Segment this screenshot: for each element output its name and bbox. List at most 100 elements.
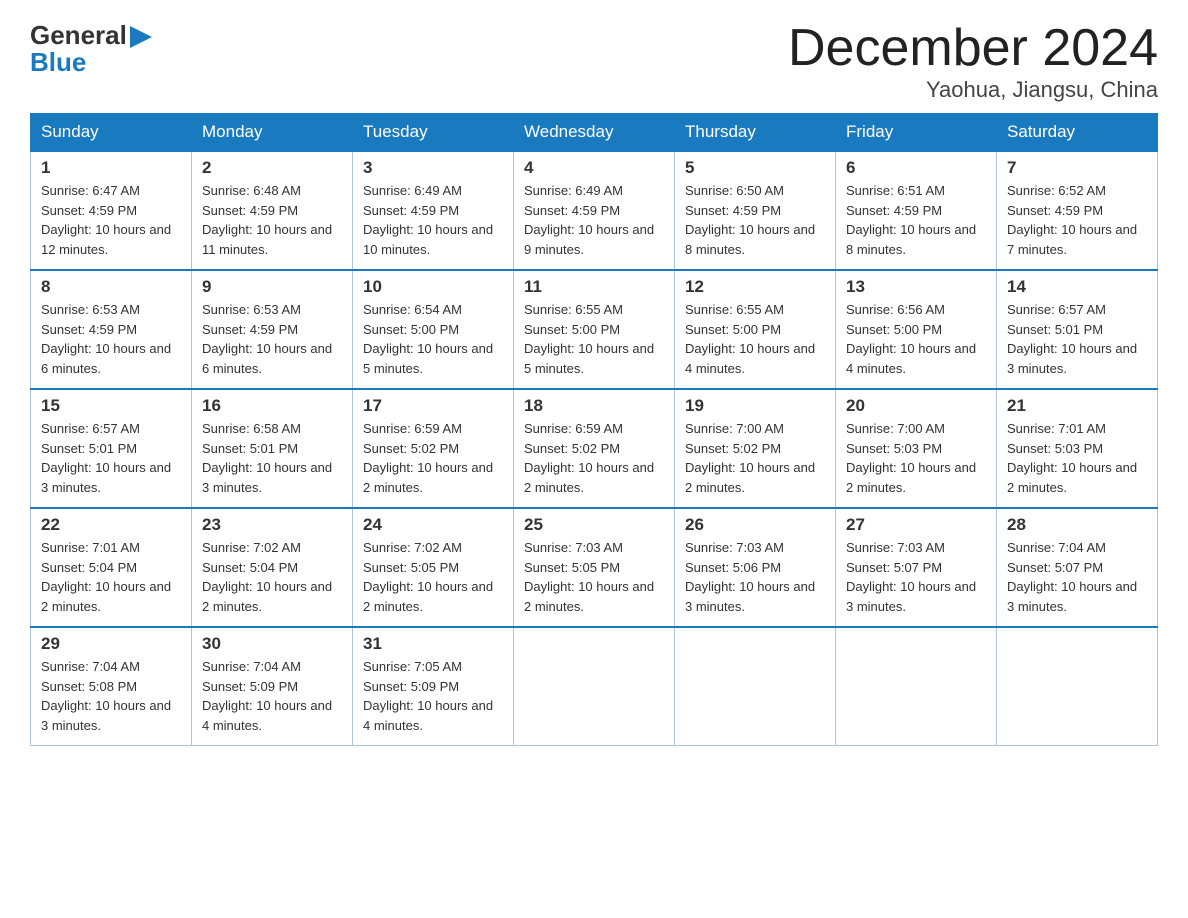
sunrise-label: Sunrise: 6:59 AM xyxy=(524,421,623,436)
sunset-label: Sunset: 5:03 PM xyxy=(846,441,942,456)
sunset-label: Sunset: 5:06 PM xyxy=(685,560,781,575)
sunrise-label: Sunrise: 6:51 AM xyxy=(846,183,945,198)
day-cell: 1 Sunrise: 6:47 AM Sunset: 4:59 PM Dayli… xyxy=(31,151,192,270)
daylight-label: Daylight: 10 hours and 6 minutes. xyxy=(202,341,332,376)
col-saturday: Saturday xyxy=(997,114,1158,152)
day-info: Sunrise: 7:04 AM Sunset: 5:09 PM Dayligh… xyxy=(202,657,342,735)
day-info: Sunrise: 6:55 AM Sunset: 5:00 PM Dayligh… xyxy=(685,300,825,378)
sunrise-label: Sunrise: 7:00 AM xyxy=(846,421,945,436)
daylight-label: Daylight: 10 hours and 10 minutes. xyxy=(363,222,493,257)
day-cell: 8 Sunrise: 6:53 AM Sunset: 4:59 PM Dayli… xyxy=(31,270,192,389)
daylight-label: Daylight: 10 hours and 4 minutes. xyxy=(363,698,493,733)
sunset-label: Sunset: 5:07 PM xyxy=(846,560,942,575)
sunset-label: Sunset: 5:00 PM xyxy=(363,322,459,337)
day-number: 3 xyxy=(363,158,503,178)
sunrise-label: Sunrise: 6:49 AM xyxy=(363,183,462,198)
day-info: Sunrise: 7:03 AM Sunset: 5:07 PM Dayligh… xyxy=(846,538,986,616)
sunset-label: Sunset: 5:02 PM xyxy=(363,441,459,456)
day-info: Sunrise: 6:50 AM Sunset: 4:59 PM Dayligh… xyxy=(685,181,825,259)
day-cell: 26 Sunrise: 7:03 AM Sunset: 5:06 PM Dayl… xyxy=(675,508,836,627)
sunrise-label: Sunrise: 6:50 AM xyxy=(685,183,784,198)
day-info: Sunrise: 7:05 AM Sunset: 5:09 PM Dayligh… xyxy=(363,657,503,735)
sunrise-label: Sunrise: 6:53 AM xyxy=(41,302,140,317)
day-info: Sunrise: 7:01 AM Sunset: 5:04 PM Dayligh… xyxy=(41,538,181,616)
day-info: Sunrise: 6:53 AM Sunset: 4:59 PM Dayligh… xyxy=(41,300,181,378)
day-number: 5 xyxy=(685,158,825,178)
logo: General Blue xyxy=(30,20,152,78)
sunset-label: Sunset: 4:59 PM xyxy=(202,322,298,337)
col-wednesday: Wednesday xyxy=(514,114,675,152)
daylight-label: Daylight: 10 hours and 2 minutes. xyxy=(1007,460,1137,495)
daylight-label: Daylight: 10 hours and 5 minutes. xyxy=(363,341,493,376)
sunrise-label: Sunrise: 7:05 AM xyxy=(363,659,462,674)
sunrise-label: Sunrise: 6:47 AM xyxy=(41,183,140,198)
day-number: 26 xyxy=(685,515,825,535)
daylight-label: Daylight: 10 hours and 3 minutes. xyxy=(1007,341,1137,376)
daylight-label: Daylight: 10 hours and 12 minutes. xyxy=(41,222,171,257)
day-info: Sunrise: 6:59 AM Sunset: 5:02 PM Dayligh… xyxy=(524,419,664,497)
day-number: 8 xyxy=(41,277,181,297)
day-info: Sunrise: 7:00 AM Sunset: 5:02 PM Dayligh… xyxy=(685,419,825,497)
sunset-label: Sunset: 5:01 PM xyxy=(202,441,298,456)
daylight-label: Daylight: 10 hours and 3 minutes. xyxy=(846,579,976,614)
day-info: Sunrise: 7:03 AM Sunset: 5:05 PM Dayligh… xyxy=(524,538,664,616)
day-number: 2 xyxy=(202,158,342,178)
daylight-label: Daylight: 10 hours and 7 minutes. xyxy=(1007,222,1137,257)
day-cell: 25 Sunrise: 7:03 AM Sunset: 5:05 PM Dayl… xyxy=(514,508,675,627)
day-cell: 2 Sunrise: 6:48 AM Sunset: 4:59 PM Dayli… xyxy=(192,151,353,270)
sunset-label: Sunset: 4:59 PM xyxy=(685,203,781,218)
day-info: Sunrise: 7:03 AM Sunset: 5:06 PM Dayligh… xyxy=(685,538,825,616)
day-info: Sunrise: 6:55 AM Sunset: 5:00 PM Dayligh… xyxy=(524,300,664,378)
day-cell: 4 Sunrise: 6:49 AM Sunset: 4:59 PM Dayli… xyxy=(514,151,675,270)
day-number: 14 xyxy=(1007,277,1147,297)
day-number: 7 xyxy=(1007,158,1147,178)
day-cell: 7 Sunrise: 6:52 AM Sunset: 4:59 PM Dayli… xyxy=(997,151,1158,270)
day-number: 4 xyxy=(524,158,664,178)
day-info: Sunrise: 7:04 AM Sunset: 5:07 PM Dayligh… xyxy=(1007,538,1147,616)
sunset-label: Sunset: 4:59 PM xyxy=(1007,203,1103,218)
day-number: 22 xyxy=(41,515,181,535)
sunset-label: Sunset: 5:03 PM xyxy=(1007,441,1103,456)
month-title: December 2024 xyxy=(788,20,1158,77)
day-number: 21 xyxy=(1007,396,1147,416)
day-info: Sunrise: 6:59 AM Sunset: 5:02 PM Dayligh… xyxy=(363,419,503,497)
sunrise-label: Sunrise: 7:01 AM xyxy=(41,540,140,555)
sunset-label: Sunset: 5:00 PM xyxy=(846,322,942,337)
sunrise-label: Sunrise: 6:49 AM xyxy=(524,183,623,198)
sunset-label: Sunset: 5:05 PM xyxy=(524,560,620,575)
daylight-label: Daylight: 10 hours and 2 minutes. xyxy=(524,460,654,495)
calendar-body: 1 Sunrise: 6:47 AM Sunset: 4:59 PM Dayli… xyxy=(31,151,1158,746)
day-info: Sunrise: 6:57 AM Sunset: 5:01 PM Dayligh… xyxy=(41,419,181,497)
day-cell: 15 Sunrise: 6:57 AM Sunset: 5:01 PM Dayl… xyxy=(31,389,192,508)
sunrise-label: Sunrise: 6:54 AM xyxy=(363,302,462,317)
week-row-1: 1 Sunrise: 6:47 AM Sunset: 4:59 PM Dayli… xyxy=(31,151,1158,270)
day-info: Sunrise: 6:56 AM Sunset: 5:00 PM Dayligh… xyxy=(846,300,986,378)
location: Yaohua, Jiangsu, China xyxy=(788,77,1158,103)
sunset-label: Sunset: 5:09 PM xyxy=(202,679,298,694)
day-info: Sunrise: 7:01 AM Sunset: 5:03 PM Dayligh… xyxy=(1007,419,1147,497)
day-number: 23 xyxy=(202,515,342,535)
sunset-label: Sunset: 4:59 PM xyxy=(41,203,137,218)
daylight-label: Daylight: 10 hours and 8 minutes. xyxy=(685,222,815,257)
week-row-2: 8 Sunrise: 6:53 AM Sunset: 4:59 PM Dayli… xyxy=(31,270,1158,389)
sunrise-label: Sunrise: 7:04 AM xyxy=(202,659,301,674)
day-cell: 31 Sunrise: 7:05 AM Sunset: 5:09 PM Dayl… xyxy=(353,627,514,746)
daylight-label: Daylight: 10 hours and 6 minutes. xyxy=(41,341,171,376)
daylight-label: Daylight: 10 hours and 2 minutes. xyxy=(524,579,654,614)
logo-text-blue: Blue xyxy=(30,47,86,78)
daylight-label: Daylight: 10 hours and 2 minutes. xyxy=(363,460,493,495)
day-info: Sunrise: 6:48 AM Sunset: 4:59 PM Dayligh… xyxy=(202,181,342,259)
day-number: 27 xyxy=(846,515,986,535)
day-cell: 20 Sunrise: 7:00 AM Sunset: 5:03 PM Dayl… xyxy=(836,389,997,508)
day-info: Sunrise: 6:49 AM Sunset: 4:59 PM Dayligh… xyxy=(363,181,503,259)
sunset-label: Sunset: 5:07 PM xyxy=(1007,560,1103,575)
day-info: Sunrise: 6:53 AM Sunset: 4:59 PM Dayligh… xyxy=(202,300,342,378)
day-info: Sunrise: 6:54 AM Sunset: 5:00 PM Dayligh… xyxy=(363,300,503,378)
day-number: 9 xyxy=(202,277,342,297)
sunrise-label: Sunrise: 7:03 AM xyxy=(524,540,623,555)
calendar-header: Sunday Monday Tuesday Wednesday Thursday… xyxy=(31,114,1158,152)
day-info: Sunrise: 7:02 AM Sunset: 5:05 PM Dayligh… xyxy=(363,538,503,616)
day-number: 12 xyxy=(685,277,825,297)
day-cell: 17 Sunrise: 6:59 AM Sunset: 5:02 PM Dayl… xyxy=(353,389,514,508)
day-number: 10 xyxy=(363,277,503,297)
